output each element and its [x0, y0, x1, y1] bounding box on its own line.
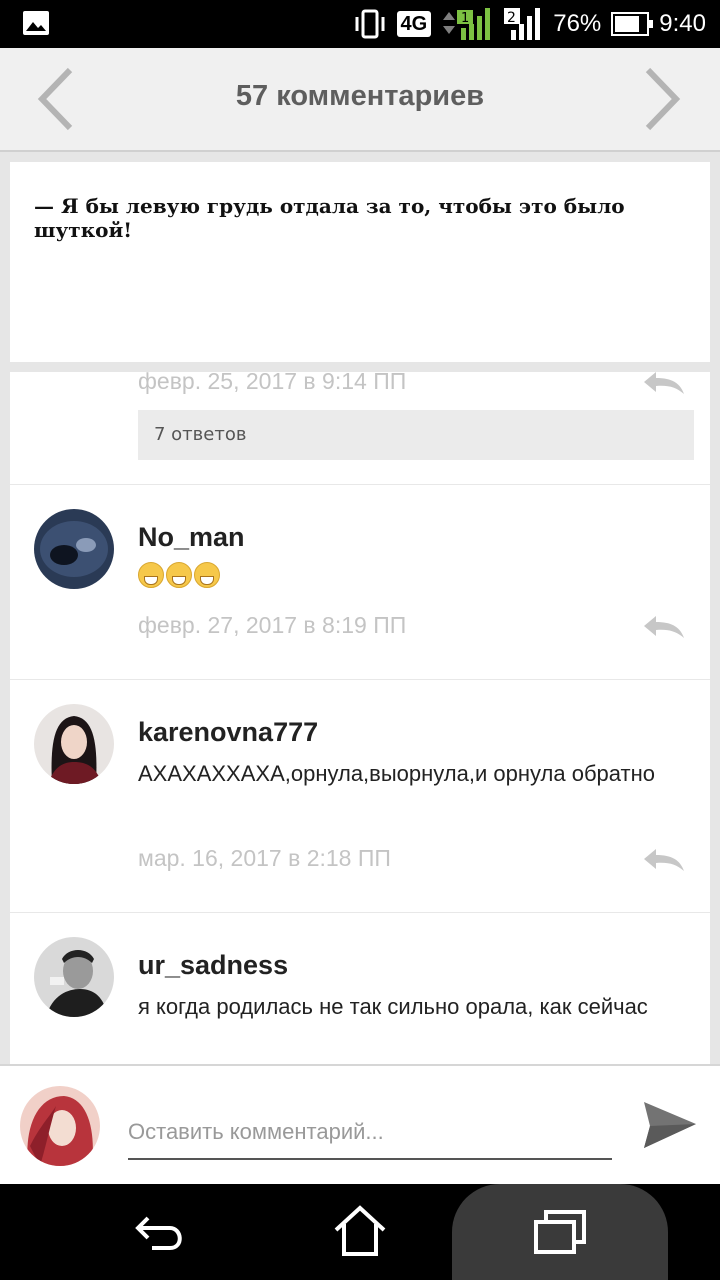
comment-item: No_man февр. 27, 2017 в 8:19 ПП	[10, 484, 710, 679]
send-icon[interactable]	[640, 1096, 700, 1156]
reply-icon[interactable]	[642, 847, 686, 873]
network-type-badge: 4G	[396, 11, 432, 37]
comment-text	[138, 562, 678, 600]
reply-icon[interactable]	[642, 372, 686, 396]
status-bar: 4G 1 2 76% 9:40	[0, 0, 720, 48]
next-arrow-icon[interactable]	[642, 66, 682, 132]
comment-item: karenovna777 АХАХАХХАХА,орнула,выорнула,…	[10, 679, 710, 912]
grinning-emoji-icon	[138, 562, 164, 588]
recent-apps-icon[interactable]	[530, 1202, 590, 1262]
comment-date: февр. 27, 2017 в 8:19 ПП	[138, 612, 407, 638]
comments-list: февр. 25, 2017 в 9:14 ПП 7 ответов No_ma…	[10, 372, 710, 1064]
comment-composer	[0, 1064, 720, 1184]
username[interactable]: karenovna777	[138, 717, 318, 748]
comment-date: февр. 25, 2017 в 9:14 ПП	[138, 372, 407, 394]
avatar-image	[34, 937, 114, 1017]
avatar-image	[34, 509, 114, 589]
comment-text: АХАХАХХАХА,орнула,выорнула,и орнула обра…	[138, 761, 655, 786]
vibrate-icon	[355, 9, 385, 39]
username[interactable]: No_man	[138, 522, 245, 553]
sim2-number: 2	[507, 10, 516, 26]
replies-button[interactable]: 7 ответов	[138, 410, 694, 460]
comment-text: я когда родилась не так сильно орала, ка…	[138, 994, 648, 1019]
avatar[interactable]	[34, 704, 114, 784]
grinning-emoji-icon	[194, 562, 220, 588]
header: 57 комментариев	[0, 48, 720, 152]
quote-card: — Я бы левую грудь отдала за то, чтобы э…	[10, 162, 710, 362]
comment-date: мар. 16, 2017 в 2:18 ПП	[138, 845, 391, 871]
avatar-image	[34, 704, 114, 784]
avatar[interactable]	[34, 509, 114, 589]
avatar[interactable]	[34, 937, 114, 1017]
back-icon[interactable]	[130, 1202, 190, 1262]
avatar-image	[20, 1086, 100, 1166]
gallery-notification-icon	[23, 11, 49, 35]
home-icon[interactable]	[330, 1202, 390, 1262]
clock: 9:40	[659, 10, 706, 37]
sim1-number: 1	[461, 11, 469, 26]
quote-text: — Я бы левую грудь отдала за то, чтобы э…	[34, 194, 625, 242]
signal-sim1-icon: 1	[443, 8, 491, 40]
signal-sim2-icon: 2	[504, 8, 541, 40]
my-avatar	[20, 1086, 100, 1166]
replies-count: 7 ответов	[154, 424, 247, 445]
reply-icon[interactable]	[642, 614, 686, 640]
username[interactable]: ur_sadness	[138, 950, 288, 981]
page-title: 57 комментариев	[235, 80, 485, 112]
system-nav-bar	[0, 1184, 720, 1280]
comment-input[interactable]	[128, 1106, 612, 1160]
comment-item: ur_sadness я когда родилась не так сильн…	[10, 912, 710, 1064]
battery-percent: 76%	[553, 10, 602, 37]
grinning-emoji-icon	[166, 562, 192, 588]
battery-icon	[611, 12, 654, 36]
